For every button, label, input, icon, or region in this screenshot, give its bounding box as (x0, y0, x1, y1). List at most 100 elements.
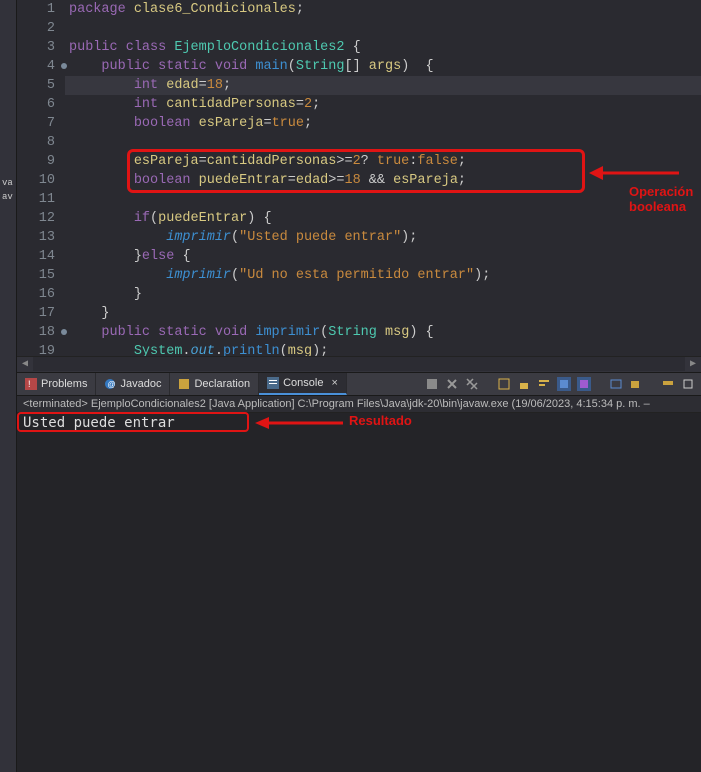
show-on-stderr-icon[interactable] (577, 377, 591, 391)
line-number: 15 (17, 266, 65, 285)
terminate-icon[interactable] (425, 377, 439, 391)
word-wrap-icon[interactable] (537, 377, 551, 391)
code-content[interactable]: } (65, 285, 142, 304)
line-number: 18 (17, 323, 65, 342)
code-line[interactable]: 19 System.out.println(msg); (17, 342, 701, 356)
code-content[interactable]: imprimir("Usted puede entrar"); (65, 228, 417, 247)
views-tab-bar: ! Problems @ Javadoc Declaration Console… (17, 372, 701, 396)
code-line[interactable]: 18 public static void imprimir(String ms… (17, 323, 701, 342)
code-editor[interactable]: 1package clase6_Condicionales;23public c… (17, 0, 701, 356)
console-toolbar (425, 377, 701, 391)
code-content[interactable]: boolean esPareja=true; (65, 114, 312, 133)
code-content[interactable]: package clase6_Condicionales; (65, 0, 304, 19)
launch-label: EjemploCondicionales2 [Java Application]… (91, 398, 509, 410)
svg-text:@: @ (108, 380, 116, 389)
console-line: Usted puede entrar (23, 415, 175, 431)
line-number: 17 (17, 304, 65, 323)
line-number: 19 (17, 342, 65, 356)
code-line[interactable]: 14 }else { (17, 247, 701, 266)
line-number: 2 (17, 19, 65, 38)
code-content[interactable]: esPareja=cantidadPersonas>=2? true:false… (65, 152, 466, 171)
code-content[interactable]: public static void main(String[] args) { (65, 57, 434, 76)
side-frag-1: va (2, 178, 13, 188)
code-line[interactable]: 6 int cantidadPersonas=2; (17, 95, 701, 114)
javadoc-icon: @ (104, 378, 116, 390)
console-status-line: <terminated> EjemploCondicionales2 [Java… (17, 396, 701, 413)
console-output[interactable]: Usted puede entrar Resultado (17, 413, 701, 772)
annotation-boolean-op: Operación booleana (629, 184, 693, 214)
code-line[interactable]: 5 int edad=18; (17, 76, 701, 95)
code-content[interactable]: int cantidadPersonas=2; (65, 95, 320, 114)
clear-console-icon[interactable] (497, 377, 511, 391)
line-number: 9 (17, 152, 65, 171)
code-content[interactable]: System.out.println(msg); (65, 342, 328, 356)
code-line[interactable]: 13 imprimir("Usted puede entrar"); (17, 228, 701, 247)
scroll-track[interactable] (33, 357, 685, 371)
tab-javadoc[interactable]: @ Javadoc (96, 373, 170, 395)
code-line[interactable]: 1package clase6_Condicionales; (17, 0, 701, 19)
problems-icon: ! (25, 378, 37, 390)
min-max-icon[interactable] (681, 377, 695, 391)
line-number: 3 (17, 38, 65, 57)
line-number: 1 (17, 0, 65, 19)
code-line[interactable]: 11 (17, 190, 701, 209)
scroll-lock-icon[interactable] (517, 377, 531, 391)
line-number: 6 (17, 95, 65, 114)
tab-label: Javadoc (120, 378, 161, 390)
open-console-icon[interactable] (629, 377, 643, 391)
code-line[interactable]: 12 if(puedeEntrar) { (17, 209, 701, 228)
code-content[interactable]: if(puedeEntrar) { (65, 209, 272, 228)
launch-time: (19/06/2023, 4:15:34 p. m. – (508, 398, 649, 410)
line-number: 12 (17, 209, 65, 228)
arrow-result (255, 415, 345, 431)
tab-declaration[interactable]: Declaration (170, 373, 259, 395)
scroll-left-icon[interactable]: ◀ (17, 357, 33, 371)
code-line[interactable]: 15 imprimir("Ud no esta permitido entrar… (17, 266, 701, 285)
line-number: 8 (17, 133, 65, 152)
tab-close-icon[interactable]: × (331, 377, 337, 389)
declaration-icon (178, 378, 190, 390)
tab-problems[interactable]: ! Problems (17, 373, 96, 395)
console-icon (267, 377, 279, 389)
code-line[interactable]: 7 boolean esPareja=true; (17, 114, 701, 133)
left-sliver: va av (0, 0, 17, 772)
code-line[interactable]: 16 } (17, 285, 701, 304)
line-number: 10 (17, 171, 65, 190)
code-content[interactable]: }else { (65, 247, 191, 266)
code-content[interactable] (65, 133, 69, 152)
show-on-stdout-icon[interactable] (557, 377, 571, 391)
tab-console[interactable]: Console × (259, 373, 347, 395)
code-line[interactable]: 4 public static void main(String[] args)… (17, 57, 701, 76)
code-line[interactable]: 2 (17, 19, 701, 38)
code-content[interactable] (65, 190, 69, 209)
code-content[interactable]: int edad=18; (65, 76, 231, 95)
remove-launch-icon[interactable] (445, 377, 459, 391)
line-number: 7 (17, 114, 65, 133)
code-line[interactable]: 8 (17, 133, 701, 152)
scroll-right-icon[interactable]: ▶ (685, 357, 701, 371)
horizontal-scrollbar[interactable]: ◀ ▶ (17, 356, 701, 372)
code-content[interactable]: boolean puedeEntrar=edad>=18 && esPareja… (65, 171, 466, 190)
code-content[interactable] (65, 19, 69, 38)
terminated-label: <terminated> (23, 398, 91, 410)
remove-all-icon[interactable] (465, 377, 479, 391)
line-number: 4 (17, 57, 65, 76)
side-frag-2: av (2, 192, 13, 202)
code-content[interactable]: public static void imprimir(String msg) … (65, 323, 434, 342)
pin-console-icon[interactable] (661, 377, 675, 391)
code-line[interactable]: 17 } (17, 304, 701, 323)
svg-text:!: ! (28, 379, 31, 389)
code-line[interactable]: 3public class EjemploCondicionales2 { (17, 38, 701, 57)
line-number: 13 (17, 228, 65, 247)
annotation-result: Resultado (349, 413, 412, 428)
line-number: 16 (17, 285, 65, 304)
tab-label: Problems (41, 378, 87, 390)
code-content[interactable]: imprimir("Ud no esta permitido entrar"); (65, 266, 490, 285)
tab-label: Declaration (194, 378, 250, 390)
code-content[interactable]: public class EjemploCondicionales2 { (65, 38, 361, 57)
line-number: 11 (17, 190, 65, 209)
tab-label: Console (283, 377, 323, 389)
code-content[interactable]: } (65, 304, 110, 323)
line-number: 5 (17, 76, 65, 95)
display-console-icon[interactable] (609, 377, 623, 391)
